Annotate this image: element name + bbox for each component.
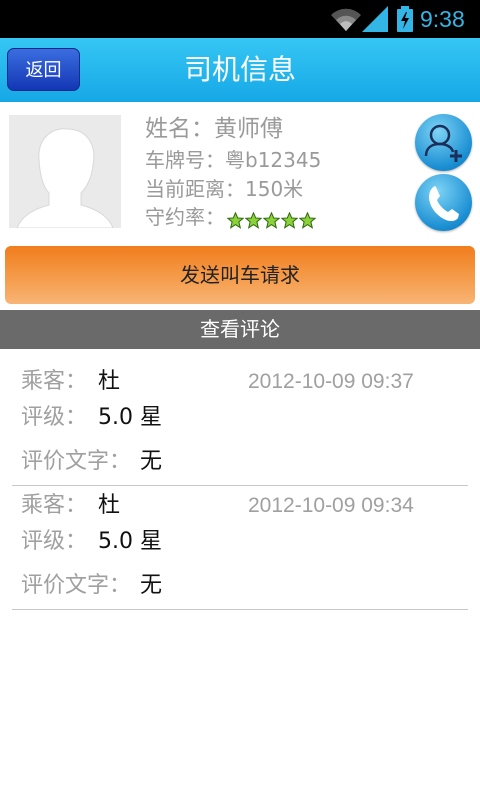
passenger-label: 乘客： (21, 369, 88, 394)
default-avatar-icon (9, 115, 121, 228)
clock: 9:38 (420, 6, 465, 32)
star-icon (227, 211, 244, 229)
distance-label: 当前距离： (145, 177, 245, 201)
review-text: 无 (140, 449, 163, 474)
review-text-label: 评价文字： (21, 573, 132, 598)
review-date: 2012-10-09 09:34 (248, 494, 414, 517)
review-date: 2012-10-09 09:37 (248, 370, 414, 393)
add-contact-button[interactable] (415, 114, 472, 171)
wifi-icon (331, 8, 361, 31)
reviews-section-header: 查看评论 (0, 310, 480, 349)
back-button[interactable]: 返回 (7, 48, 80, 91)
add-contact-icon (424, 124, 462, 162)
star-icon (245, 211, 262, 229)
call-button[interactable] (415, 174, 472, 231)
plate-number: 粤b12345 (225, 148, 322, 172)
review-rating-label: 评级： (21, 405, 88, 430)
review-rating: 5.0 星 (98, 405, 162, 430)
star-icon (263, 211, 280, 229)
review-item: 乘客： 杜 2012-10-09 09:37 评级： 5.0 星 评价文字： 无 (0, 362, 480, 486)
driver-name-label: 姓名： (145, 116, 214, 142)
review-text: 无 (140, 573, 163, 598)
rating-label: 守约率： (145, 205, 225, 229)
review-rating-label: 评级： (21, 529, 88, 554)
send-request-button[interactable]: 发送叫车请求 (5, 246, 475, 304)
status-bar: 9:38 (0, 0, 480, 38)
review-item: 乘客： 杜 2012-10-09 09:34 评级： 5.0 星 评价文字： 无 (0, 486, 480, 610)
review-rating: 5.0 星 (98, 529, 162, 554)
phone-icon (429, 186, 459, 222)
plate-label: 车牌号： (145, 148, 225, 172)
star-icon (281, 211, 298, 229)
title-bar: 司机信息 返回 (0, 38, 480, 102)
distance-value: 150米 (245, 177, 304, 201)
distance-row: 当前距离：150米 (145, 176, 303, 202)
battery-charging-icon (397, 6, 413, 32)
star-rating (227, 206, 317, 232)
driver-name-row: 姓名：黄师傅 (145, 114, 283, 144)
rating-row: 守约率： (145, 204, 317, 232)
plate-row: 车牌号：粤b12345 (145, 147, 321, 173)
passenger-name: 杜 (98, 369, 121, 394)
signal-icon (362, 6, 388, 32)
avatar (9, 115, 121, 228)
driver-name: 黄师傅 (214, 116, 283, 142)
divider (12, 609, 468, 610)
passenger-name: 杜 (98, 493, 121, 518)
star-icon (299, 211, 316, 229)
review-text-label: 评价文字： (21, 449, 132, 474)
passenger-label: 乘客： (21, 493, 88, 518)
